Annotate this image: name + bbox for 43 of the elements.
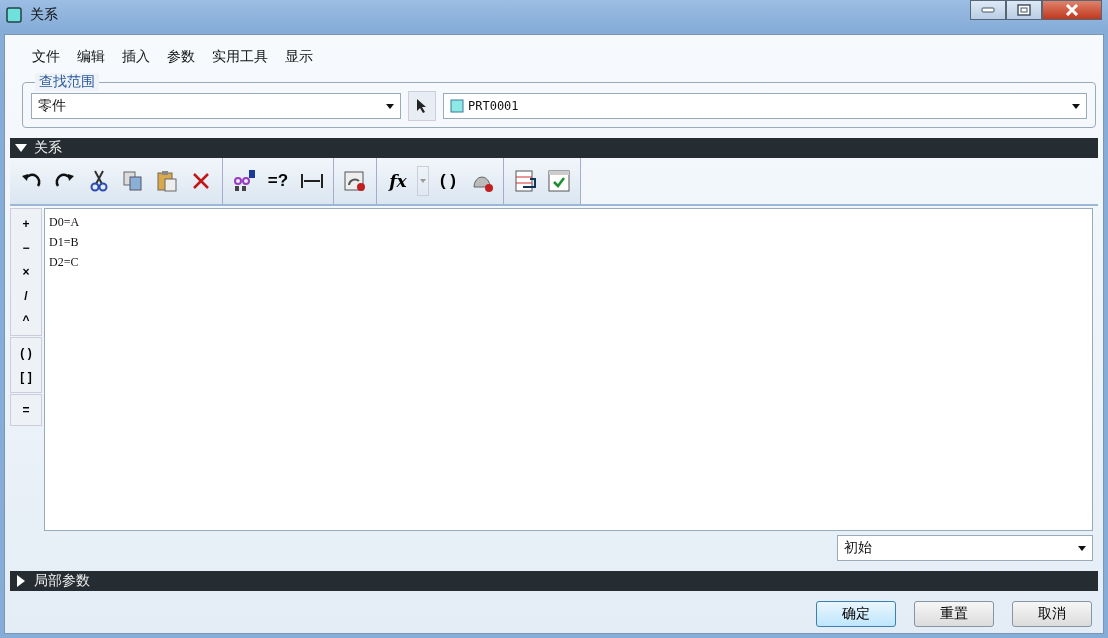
menu-item[interactable]: 显示 (285, 48, 313, 66)
brackets-button[interactable]: ( ) (433, 164, 463, 198)
menu-item[interactable]: 编辑 (77, 48, 105, 66)
menu-item[interactable]: 实用工具 (212, 48, 268, 66)
operator-button[interactable]: × (11, 260, 41, 284)
restore-button[interactable] (1006, 0, 1042, 20)
pointer-icon[interactable] (408, 91, 436, 121)
dialog-button[interactable]: 重置 (914, 601, 994, 627)
dialog-button[interactable]: 确定 (816, 601, 896, 627)
model-dropdown[interactable]: PRT0001 (443, 93, 1087, 119)
minimize-icon (981, 6, 995, 14)
section-header[interactable]: 关系 (10, 138, 1098, 158)
group-title: 查找范围 (35, 73, 99, 91)
operator-button[interactable]: + (11, 212, 41, 236)
window-title: 关系 (30, 6, 58, 24)
operator-button[interactable]: ^ (11, 308, 41, 332)
caret-icon (1072, 103, 1080, 109)
sort-dropdown[interactable]: 初始 (837, 535, 1093, 561)
relation-line: D1=B (49, 235, 80, 251)
restore-icon (1017, 4, 1031, 16)
part-icon (450, 99, 464, 113)
dialog-button[interactable]: 取消 (1012, 601, 1092, 627)
caret-icon (1078, 545, 1086, 551)
close-button[interactable] (1042, 0, 1102, 20)
menu-item[interactable]: 插入 (122, 48, 150, 66)
function-button[interactable]: fx (383, 164, 413, 198)
close-icon (1065, 4, 1079, 16)
operator-button[interactable]: ( ) (11, 341, 41, 365)
relations-editor[interactable]: D0=A D1=B D2=C (44, 208, 1093, 531)
caret-icon (386, 103, 394, 109)
relation-line: D2=C (49, 255, 80, 271)
type-dropdown[interactable]: 零件 (31, 93, 401, 119)
menu-item[interactable]: 参数 (167, 48, 195, 66)
operator-button[interactable]: [ ] (11, 365, 41, 389)
caret-icon (14, 142, 28, 154)
menu-item[interactable]: 文件 (32, 48, 60, 66)
operator-button[interactable]: − (11, 236, 41, 260)
evaluate-button[interactable]: =? (263, 164, 293, 198)
operator-button[interactable]: / (11, 284, 41, 308)
section-header[interactable]: 局部参数 (10, 571, 1098, 591)
minimize-button[interactable] (970, 0, 1006, 20)
relation-line: D0=A (49, 215, 81, 231)
cube-icon (6, 7, 22, 23)
